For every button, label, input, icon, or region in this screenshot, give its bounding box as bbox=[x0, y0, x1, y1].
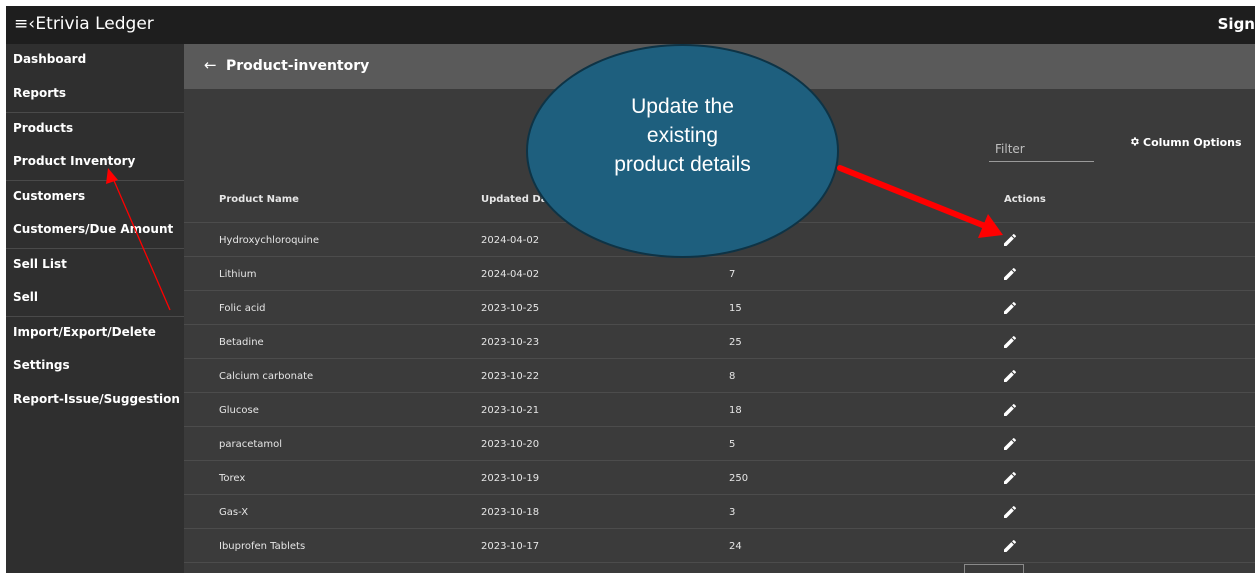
sidebar-item-import-export-delete[interactable]: Import/Export/Delete bbox=[6, 316, 184, 350]
updated-date-cell: 2023-10-19 bbox=[481, 473, 540, 484]
callout-text: Update the existing product details bbox=[528, 92, 837, 179]
gear-icon bbox=[1131, 137, 1139, 146]
edit-pencil-icon[interactable] bbox=[1002, 232, 1018, 248]
product-name-cell: Glucose bbox=[219, 405, 259, 416]
edit-pencil-icon[interactable] bbox=[1002, 436, 1018, 452]
updated-date-cell: 2023-10-17 bbox=[481, 541, 540, 552]
column-header-product-name[interactable]: Product Name bbox=[219, 194, 299, 205]
sidebar-item-products[interactable]: Products bbox=[6, 112, 184, 146]
menu-icon: ≡‹ bbox=[14, 14, 36, 34]
callout-line: product details bbox=[614, 153, 751, 176]
top-bar: ≡‹ Etrivia Ledger Sign bbox=[6, 6, 1255, 44]
product-name-cell: paracetamol bbox=[219, 439, 283, 450]
filter-input[interactable] bbox=[989, 124, 1094, 156]
edit-pencil-icon[interactable] bbox=[1002, 538, 1018, 554]
table-row bbox=[184, 562, 1255, 573]
back-arrow-icon[interactable]: ← bbox=[204, 56, 217, 74]
sidebar-item-sell[interactable]: Sell bbox=[6, 282, 184, 316]
quantity-cell: 5 bbox=[729, 439, 736, 450]
updated-date-cell: 2023-10-20 bbox=[481, 439, 540, 450]
table-row: Betadine 2023-10-23 25 bbox=[184, 324, 1255, 358]
sidebar-item-sell-list[interactable]: Sell List bbox=[6, 248, 184, 282]
edit-pencil-icon[interactable] bbox=[1002, 368, 1018, 384]
table-row: Gas-X 2023-10-18 3 bbox=[184, 494, 1255, 528]
quantity-cell: 25 bbox=[729, 337, 742, 348]
table-row: Folic acid 2023-10-25 15 bbox=[184, 290, 1255, 324]
table-row: Calcium carbonate 2023-10-22 8 bbox=[184, 358, 1255, 392]
column-options-button[interactable]: Column Options bbox=[1129, 136, 1242, 149]
updated-date-cell: 2023-10-21 bbox=[481, 405, 540, 416]
quantity-cell: 18 bbox=[729, 405, 742, 416]
menu-toggle[interactable]: ≡‹ Etrivia Ledger bbox=[14, 14, 154, 34]
product-name-cell: Folic acid bbox=[219, 303, 266, 314]
product-name-cell: Calcium carbonate bbox=[219, 371, 314, 382]
sidebar-item-customers-due-amount[interactable]: Customers/Due Amount bbox=[6, 214, 184, 248]
updated-date-cell: 2024-04-02 bbox=[481, 269, 540, 280]
sidebar-item-dashboard[interactable]: Dashboard bbox=[6, 44, 184, 78]
callout-line: Update the bbox=[631, 95, 734, 118]
updated-date-cell: 2023-10-25 bbox=[481, 303, 540, 314]
sign-in-button[interactable]: Sign bbox=[1218, 15, 1255, 33]
product-name-cell: Torex bbox=[219, 473, 246, 484]
quantity-cell: 15 bbox=[729, 303, 742, 314]
page-title: Product-inventory bbox=[226, 58, 370, 74]
quantity-cell: 8 bbox=[729, 371, 736, 382]
edit-pencil-icon[interactable] bbox=[1002, 266, 1018, 282]
updated-date-cell: 2024-04-02 bbox=[481, 235, 540, 246]
quantity-cell: 250 bbox=[729, 473, 749, 484]
quantity-cell: 24 bbox=[729, 541, 742, 552]
app-title: Etrivia Ledger bbox=[35, 14, 154, 34]
page-size-select[interactable] bbox=[964, 564, 1024, 573]
table-row: Ibuprofen Tablets 2023-10-17 24 bbox=[184, 528, 1255, 562]
column-options-label: Column Options bbox=[1143, 136, 1242, 149]
sidebar-item-reports[interactable]: Reports bbox=[6, 78, 184, 112]
filter-field bbox=[989, 124, 1094, 162]
callout-line: existing bbox=[646, 124, 719, 147]
table-row: paracetamol 2023-10-20 5 bbox=[184, 426, 1255, 460]
table-row: Glucose 2023-10-21 18 bbox=[184, 392, 1255, 426]
quantity-cell: 3 bbox=[729, 507, 736, 518]
updated-date-cell: 2023-10-22 bbox=[481, 371, 540, 382]
updated-date-cell: 2023-10-18 bbox=[481, 507, 540, 518]
sidebar: Dashboard Reports Products Product Inven… bbox=[6, 44, 184, 573]
product-name-cell: Lithium bbox=[219, 269, 257, 280]
edit-pencil-icon[interactable] bbox=[1002, 470, 1018, 486]
product-name-cell: Betadine bbox=[219, 337, 264, 348]
sidebar-item-customers[interactable]: Customers bbox=[6, 180, 184, 214]
sidebar-item-settings[interactable]: Settings bbox=[6, 350, 184, 384]
edit-pencil-icon[interactable] bbox=[1002, 334, 1018, 350]
sidebar-item-product-inventory[interactable]: Product Inventory bbox=[6, 146, 184, 180]
quantity-cell: 7 bbox=[729, 269, 736, 280]
product-name-cell: Ibuprofen Tablets bbox=[219, 541, 306, 552]
sidebar-item-report-issue[interactable]: Report-Issue/Suggestion bbox=[6, 384, 184, 418]
product-name-cell: Gas-X bbox=[219, 507, 249, 518]
table-row: Lithium 2024-04-02 7 bbox=[184, 256, 1255, 290]
table-row: Torex 2023-10-19 250 bbox=[184, 460, 1255, 494]
annotation-callout: Update the existing product details bbox=[526, 44, 839, 258]
edit-pencil-icon[interactable] bbox=[1002, 402, 1018, 418]
product-name-cell: Hydroxychloroquine bbox=[219, 235, 320, 246]
edit-pencil-icon[interactable] bbox=[1002, 504, 1018, 520]
column-header-actions: Actions bbox=[1004, 194, 1046, 205]
edit-pencil-icon[interactable] bbox=[1002, 300, 1018, 316]
updated-date-cell: 2023-10-23 bbox=[481, 337, 540, 348]
